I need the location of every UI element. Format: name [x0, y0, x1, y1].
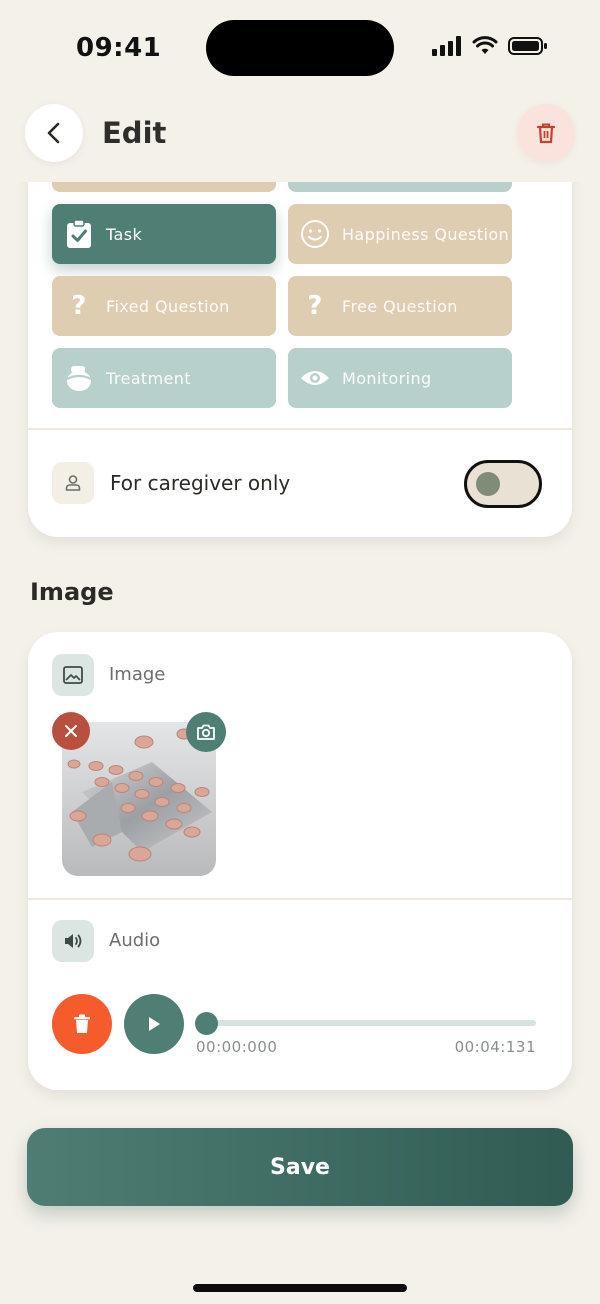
type-label-treatment: Treatment [106, 368, 192, 388]
type-button-task[interactable]: Task [52, 204, 276, 264]
type-card: Task Happiness Question ? Fixed Question… [28, 182, 572, 537]
card-divider [28, 898, 572, 900]
type-label-fixed-question: Fixed Question [106, 296, 230, 316]
scroll-content[interactable]: Task Happiness Question ? Fixed Question… [0, 182, 600, 1304]
type-button-monitoring[interactable]: Monitoring [288, 348, 512, 408]
type-button-fixed-question[interactable]: ? Fixed Question [52, 276, 276, 336]
status-time: 09:41 [76, 33, 162, 63]
smiley-icon [288, 219, 342, 249]
battery-icon [508, 37, 547, 55]
system-icons [432, 36, 548, 56]
type-button-free-question[interactable]: ? Free Question [288, 276, 512, 336]
image-row-label: Image [109, 664, 166, 685]
back-button[interactable] [25, 104, 83, 162]
home-indicator [193, 1284, 407, 1292]
image-icon [63, 666, 83, 684]
question-icon: ? [307, 291, 323, 321]
type-label-happiness-question: Happiness Question [342, 224, 510, 244]
image-icon-box [52, 654, 94, 696]
play-icon [149, 1017, 160, 1031]
chevron-left-icon [47, 122, 60, 144]
dynamic-island [206, 20, 394, 76]
delete-item-button[interactable] [517, 104, 575, 162]
type-label-monitoring: Monitoring [342, 368, 432, 388]
type-label-free-question: Free Question [342, 296, 458, 316]
close-icon [65, 725, 77, 737]
wifi-icon [472, 36, 498, 54]
image-section-title: Image [30, 578, 114, 606]
top-bar: Edit [0, 104, 600, 164]
clipboard-check-icon [52, 219, 106, 249]
type-button-happiness-question[interactable]: Happiness Question [288, 204, 512, 264]
trash-icon [74, 1014, 90, 1033]
audio-icon-box [52, 920, 94, 962]
audio-duration: 00:04:131 [454, 1038, 536, 1056]
play-audio-button[interactable] [124, 994, 184, 1054]
caregiver-only-toggle[interactable] [464, 460, 542, 508]
change-image-camera-button[interactable] [186, 712, 226, 752]
caregiver-only-label: For caregiver only [110, 471, 291, 495]
speaker-icon [65, 934, 82, 948]
status-bar: 09:41 [0, 0, 600, 96]
camera-icon [197, 724, 215, 740]
card-divider [28, 428, 572, 430]
type-button-treatment[interactable]: Treatment [52, 348, 276, 408]
toggle-knob [476, 472, 500, 496]
audio-progress-track[interactable] [206, 1020, 536, 1026]
trash-icon [536, 123, 556, 144]
type-button-hidden-right[interactable] [288, 182, 512, 192]
audio-scrubber-handle[interactable] [195, 1012, 218, 1035]
type-label-task: Task [106, 224, 143, 244]
save-button[interactable]: Save [27, 1128, 573, 1206]
caregiver-icon-box [52, 462, 94, 504]
eye-icon [288, 367, 342, 389]
delete-audio-button[interactable] [52, 994, 112, 1054]
audio-row-label: Audio [109, 930, 161, 951]
question-icon: ? [71, 291, 87, 321]
audio-current-time: 00:00:000 [196, 1038, 278, 1056]
cellular-signal-icon [432, 36, 461, 56]
remove-image-button[interactable] [52, 712, 90, 750]
medicine-icon [52, 363, 106, 393]
page-title: Edit [102, 116, 167, 150]
media-card: Image Audio 00:00:000 00:04:131 [28, 632, 572, 1090]
person-icon [65, 475, 81, 491]
type-button-hidden-left[interactable] [52, 182, 276, 192]
